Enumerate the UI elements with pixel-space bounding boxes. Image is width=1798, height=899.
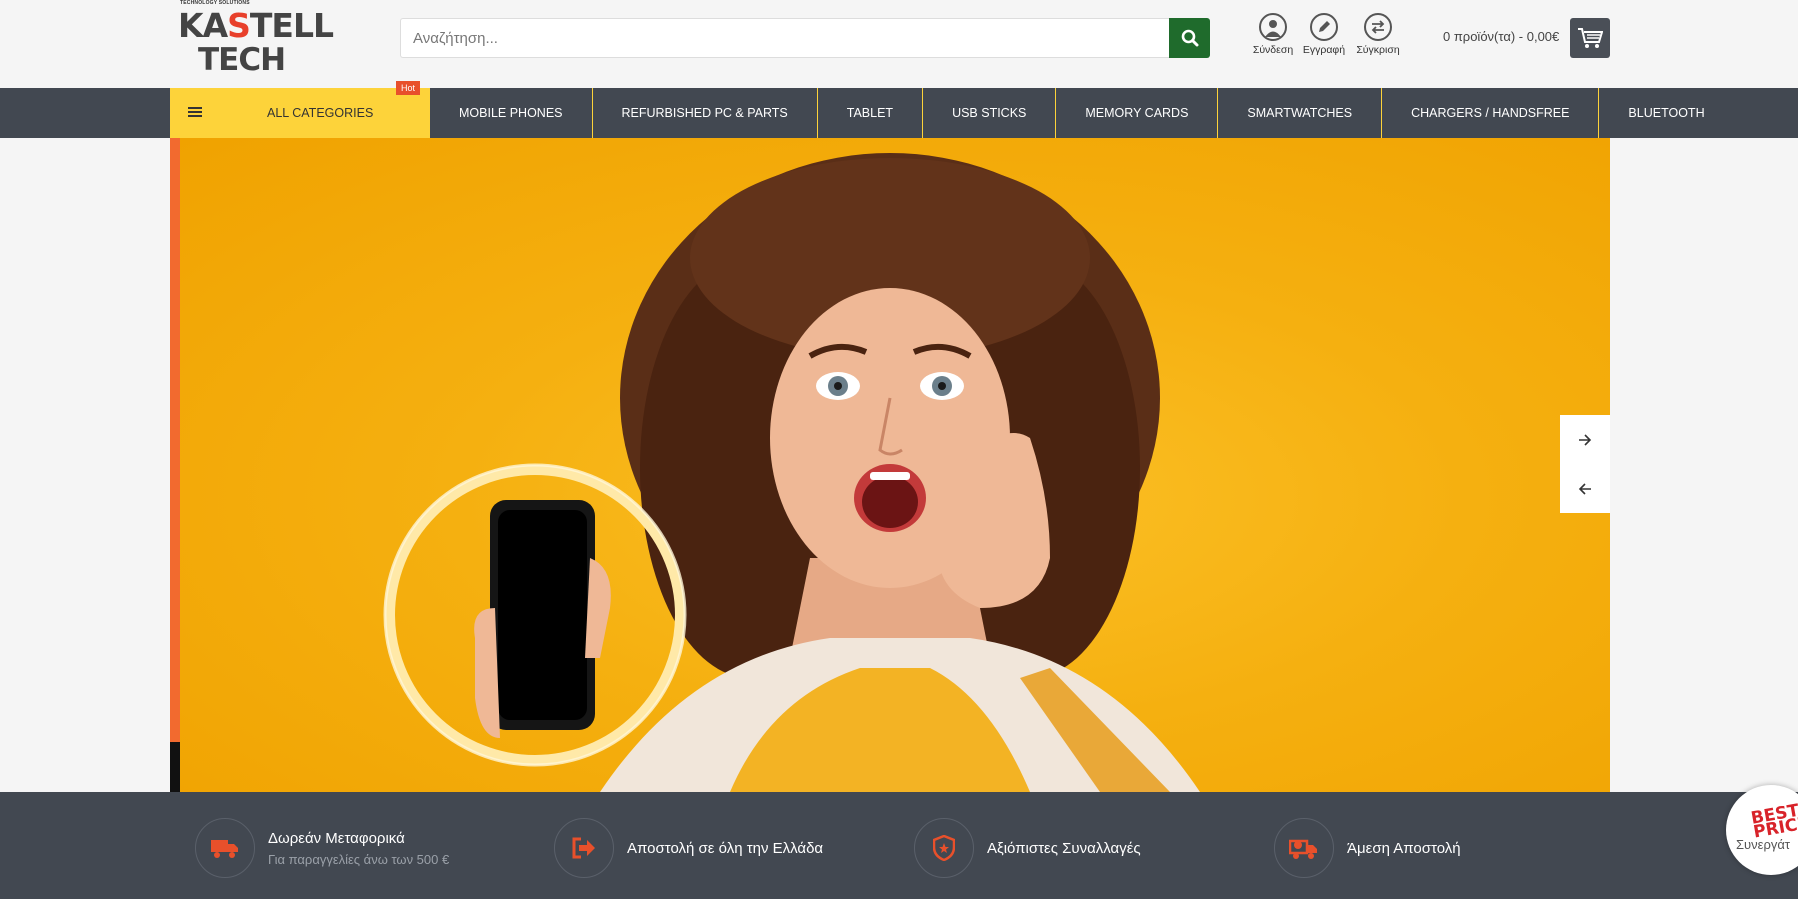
nav-item-bluetooth[interactable]: BLUETOOTH [1599, 88, 1733, 138]
cart-icon [1578, 28, 1603, 48]
compare-icon [1364, 13, 1392, 41]
nav-item-memory-cards[interactable]: MEMORY CARDS [1056, 88, 1219, 138]
slider-next-button[interactable] [1560, 415, 1610, 464]
search-bar [400, 18, 1210, 58]
bestprice-logo: BEST PRICE [1749, 800, 1798, 843]
compare-link[interactable]: Σύγκριση [1348, 13, 1408, 56]
truck-icon [195, 818, 255, 878]
feature-secure-transactions: Αξιόπιστες Συναλλαγές [914, 818, 1141, 878]
menu-icon [188, 107, 202, 117]
hot-badge: Hot [396, 81, 421, 95]
logo[interactable]: TECHNOLOGY SOLUTIONS KASTELL TECH [178, 0, 334, 80]
cart-summary[interactable]: 0 προϊόν(τα) - 0,00€ [1443, 29, 1559, 44]
truck-icon [1274, 818, 1334, 878]
nav-item-smartwatches[interactable]: SMARTWATCHES [1218, 88, 1383, 138]
feature-title: Άμεση Αποστολή [1347, 839, 1461, 857]
bestprice-caption: Συνεργάτ [1736, 837, 1790, 852]
nav-item-refurbished-pc[interactable]: REFURBISHED PC & PARTS [593, 88, 818, 138]
nav-item-tablet[interactable]: TABLET [818, 88, 924, 138]
arrow-left-icon [1578, 482, 1591, 495]
nav-item-mobile-phones[interactable]: MOBILE PHONES [430, 88, 593, 138]
search-icon [1181, 29, 1198, 47]
feature-title: Αξιόπιστες Συναλλαγές [987, 839, 1141, 857]
hero-slider[interactable] [170, 138, 1610, 792]
slide-stripe [170, 138, 180, 742]
arrow-right-icon [1579, 433, 1592, 446]
register-link[interactable]: Εγγραφή [1294, 13, 1354, 56]
feature-subtitle: Για παραγγελίες άνω των 500 € [268, 851, 450, 867]
feature-nationwide-delivery: Αποστολή σε όλη την Ελλάδα [554, 818, 823, 878]
user-icon [1259, 13, 1287, 41]
feature-instant-shipping: Άμεση Αποστολή [1274, 818, 1461, 878]
all-categories-label: ALL CATEGORIES [267, 106, 374, 120]
logo-line2: TECH [198, 42, 286, 78]
logo-line1: KASTELL [178, 6, 334, 45]
register-label: Εγγραφή [1302, 44, 1346, 56]
feature-title: Αποστολή σε όλη την Ελλάδα [627, 839, 824, 857]
main-nav: ALL CATEGORIES MOBILE PHONES REFURBISHED… [0, 88, 1798, 138]
cart-button[interactable] [1570, 18, 1610, 58]
features-bar: Δωρεάν Μεταφορικά Για παραγγελίες άνω τω… [0, 792, 1798, 899]
feature-title: Δωρεάν Μεταφορικά [268, 829, 405, 847]
feature-free-shipping: Δωρεάν Μεταφορικά Για παραγγελίες άνω τω… [195, 818, 449, 878]
slider-prev-button[interactable] [1560, 464, 1610, 513]
nav-item-chargers[interactable]: CHARGERS / HANDSFREE [1382, 88, 1600, 138]
nav-item-usb-sticks[interactable]: USB STICKS [923, 88, 1057, 138]
slide-stripe-dark [170, 742, 180, 792]
header: TECHNOLOGY SOLUTIONS KASTELL TECH Σύνδεσ… [0, 0, 1798, 88]
search-button[interactable] [1169, 18, 1210, 58]
search-input[interactable] [400, 18, 1170, 58]
compare-label: Σύγκριση [1356, 44, 1400, 56]
shield-icon [914, 818, 974, 878]
arrow-out-icon [554, 818, 614, 878]
all-categories-button[interactable]: ALL CATEGORIES [170, 88, 430, 138]
nav-menu: MOBILE PHONES REFURBISHED PC & PARTS TAB… [430, 88, 1734, 138]
pencil-icon [1310, 13, 1338, 41]
hero-image [383, 153, 1200, 792]
